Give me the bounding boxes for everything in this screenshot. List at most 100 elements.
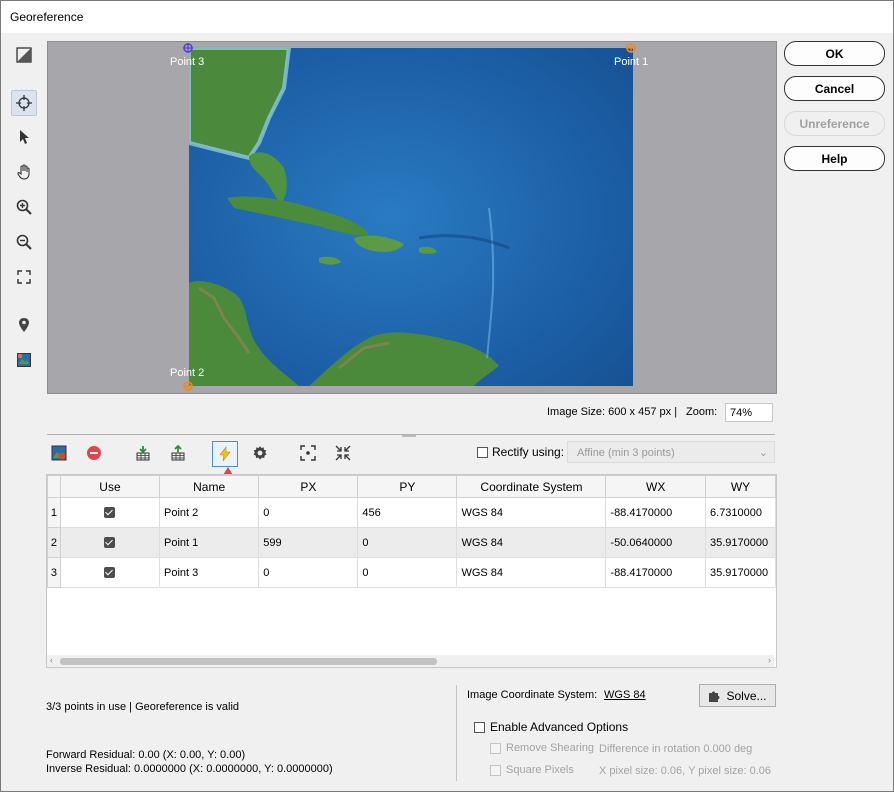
wx-cell[interactable]: -88.4170000 <box>605 557 707 588</box>
wy-cell[interactable]: 35.9170000 <box>705 527 776 558</box>
puzzle-icon <box>709 691 720 702</box>
advanced-options-label: Enable Advanced Options <box>490 720 629 734</box>
advanced-options-toggle[interactable]: Enable Advanced Options <box>474 720 628 734</box>
hand-icon[interactable] <box>12 160 36 184</box>
splitter-grip[interactable] <box>402 435 416 437</box>
use-checkbox[interactable] <box>104 507 116 519</box>
collapse-icon[interactable] <box>332 442 354 464</box>
import-points-icon[interactable] <box>132 442 154 464</box>
caribbean-map-image <box>189 48 633 386</box>
remove-shearing-option[interactable]: Remove Shearing <box>490 742 594 754</box>
point-2-marker[interactable] <box>183 381 193 391</box>
remove-point-icon[interactable] <box>83 442 105 464</box>
coordinate-system-link[interactable]: WGS 84 <box>604 689 646 701</box>
point-2-label: Point 2 <box>170 367 205 379</box>
cancel-button[interactable]: Cancel <box>784 76 885 101</box>
square-pixels-option[interactable]: Square Pixels <box>490 764 574 776</box>
row-index[interactable]: 1 <box>47 497 61 528</box>
solve-label: Solve... <box>726 688 767 703</box>
column-header-px[interactable]: PX <box>258 475 359 498</box>
cs-cell[interactable]: WGS 84 <box>456 557 607 588</box>
px-cell[interactable]: 0 <box>258 557 359 588</box>
rectify-checkbox[interactable] <box>477 447 488 459</box>
py-cell[interactable]: 0 <box>357 557 458 588</box>
px-cell[interactable]: 0 <box>258 497 359 528</box>
point-1-marker[interactable] <box>626 43 636 53</box>
points-table: Use Name PX PY Coordinate System WX WY 1… <box>47 475 776 588</box>
location-pin-icon[interactable] <box>12 313 36 337</box>
name-cell[interactable]: Point 3 <box>158 557 260 588</box>
px-cell[interactable]: 599 <box>258 527 359 558</box>
name-cell[interactable]: Point 2 <box>158 497 260 528</box>
row-index[interactable]: 3 <box>47 557 61 588</box>
zoom-in-icon[interactable] <box>12 195 36 219</box>
focus-point-icon[interactable] <box>297 442 319 464</box>
point-3-label: Point 3 <box>170 56 205 68</box>
rotation-difference-text: Difference in rotation 0.000 deg <box>599 743 753 755</box>
points-status-text: 3/3 points in use | Georeference is vali… <box>46 701 240 713</box>
auto-match-icon[interactable] <box>212 441 238 467</box>
table-row[interactable]: 1 Point 2 0 456 WGS 84 -88.4170000 6.731… <box>47 497 776 528</box>
help-button[interactable]: Help <box>784 146 885 171</box>
column-header-wx[interactable]: WX <box>605 475 707 498</box>
cs-cell[interactable]: WGS 84 <box>456 497 607 528</box>
remove-shearing-checkbox[interactable] <box>490 742 501 754</box>
title-bar: Georeference <box>1 1 893 33</box>
wx-cell[interactable]: -50.0640000 <box>605 527 707 558</box>
unreference-button[interactable]: Unreference <box>784 111 885 136</box>
map-view[interactable]: Point 3 Point 1 Point 2 <box>47 41 777 394</box>
name-cell[interactable]: Point 1 <box>158 527 260 558</box>
image-coordinate-system-label: Image Coordinate System: <box>467 689 598 701</box>
column-header-coordinate-system[interactable]: Coordinate System <box>456 475 607 498</box>
panel-separator <box>456 685 457 781</box>
scroll-right-icon[interactable]: › <box>768 655 771 665</box>
window-title: Georeference <box>10 10 84 24</box>
use-cell[interactable] <box>59 557 161 588</box>
table-header: Use Name PX PY Coordinate System WX WY <box>47 475 776 498</box>
use-checkbox[interactable] <box>104 567 116 579</box>
table-row[interactable]: 3 Point 3 0 0 WGS 84 -88.4170000 35.9170… <box>47 557 776 588</box>
point-3-marker[interactable] <box>183 43 193 53</box>
column-header-wy[interactable]: WY <box>705 475 776 498</box>
pointer-icon[interactable] <box>12 125 36 149</box>
scrollbar-thumb[interactable] <box>60 658 437 665</box>
rectify-option[interactable]: Rectify using: <box>477 445 564 459</box>
wy-cell[interactable]: 35.9170000 <box>705 557 776 588</box>
remove-shearing-label: Remove Shearing <box>506 742 595 754</box>
zoom-label: Zoom: <box>686 406 718 418</box>
export-points-icon[interactable] <box>167 442 189 464</box>
point-1-label: Point 1 <box>614 56 649 68</box>
chevron-down-icon: ⌄ <box>758 447 768 459</box>
crosshair-icon[interactable] <box>11 90 37 116</box>
row-index[interactable]: 2 <box>47 527 61 558</box>
advanced-options-checkbox[interactable] <box>474 722 485 734</box>
rectify-method-select[interactable]: Affine (min 3 points) ⌄ <box>567 441 775 463</box>
square-pixels-checkbox[interactable] <box>490 764 501 776</box>
py-cell[interactable]: 0 <box>357 527 458 558</box>
image-icon[interactable] <box>12 348 36 372</box>
zoom-out-icon[interactable] <box>12 230 36 254</box>
control-points-table[interactable]: Use Name PX PY Coordinate System WX WY 1… <box>46 474 777 668</box>
pixel-size-text: X pixel size: 0.06, Y pixel size: 0.06 <box>599 765 772 777</box>
wy-cell[interactable]: 6.7310000 <box>705 497 776 528</box>
ok-button[interactable]: OK <box>784 41 885 66</box>
split-view-icon[interactable] <box>12 43 36 67</box>
column-header-use[interactable]: Use <box>59 475 161 498</box>
zoom-input[interactable]: 74% <box>725 403 773 422</box>
add-image-point-icon[interactable] <box>48 442 70 464</box>
column-header-name[interactable]: Name <box>158 475 260 498</box>
wx-cell[interactable]: -88.4170000 <box>605 497 707 528</box>
fit-extent-icon[interactable] <box>12 265 36 289</box>
py-cell[interactable]: 456 <box>357 497 458 528</box>
rectify-method-value: Affine (min 3 points) <box>577 447 675 459</box>
column-header-py[interactable]: PY <box>357 475 458 498</box>
cs-cell[interactable]: WGS 84 <box>456 527 607 558</box>
use-checkbox[interactable] <box>104 537 116 549</box>
horizontal-scrollbar[interactable]: ‹ › <box>47 655 774 667</box>
solve-button[interactable]: Solve... <box>699 684 776 707</box>
table-row[interactable]: 2 Point 1 599 0 WGS 84 -50.0640000 35.91… <box>47 527 776 558</box>
settings-icon[interactable] <box>249 442 271 464</box>
scroll-left-icon[interactable]: ‹ <box>50 655 53 665</box>
use-cell[interactable] <box>59 527 161 558</box>
use-cell[interactable] <box>59 497 161 528</box>
